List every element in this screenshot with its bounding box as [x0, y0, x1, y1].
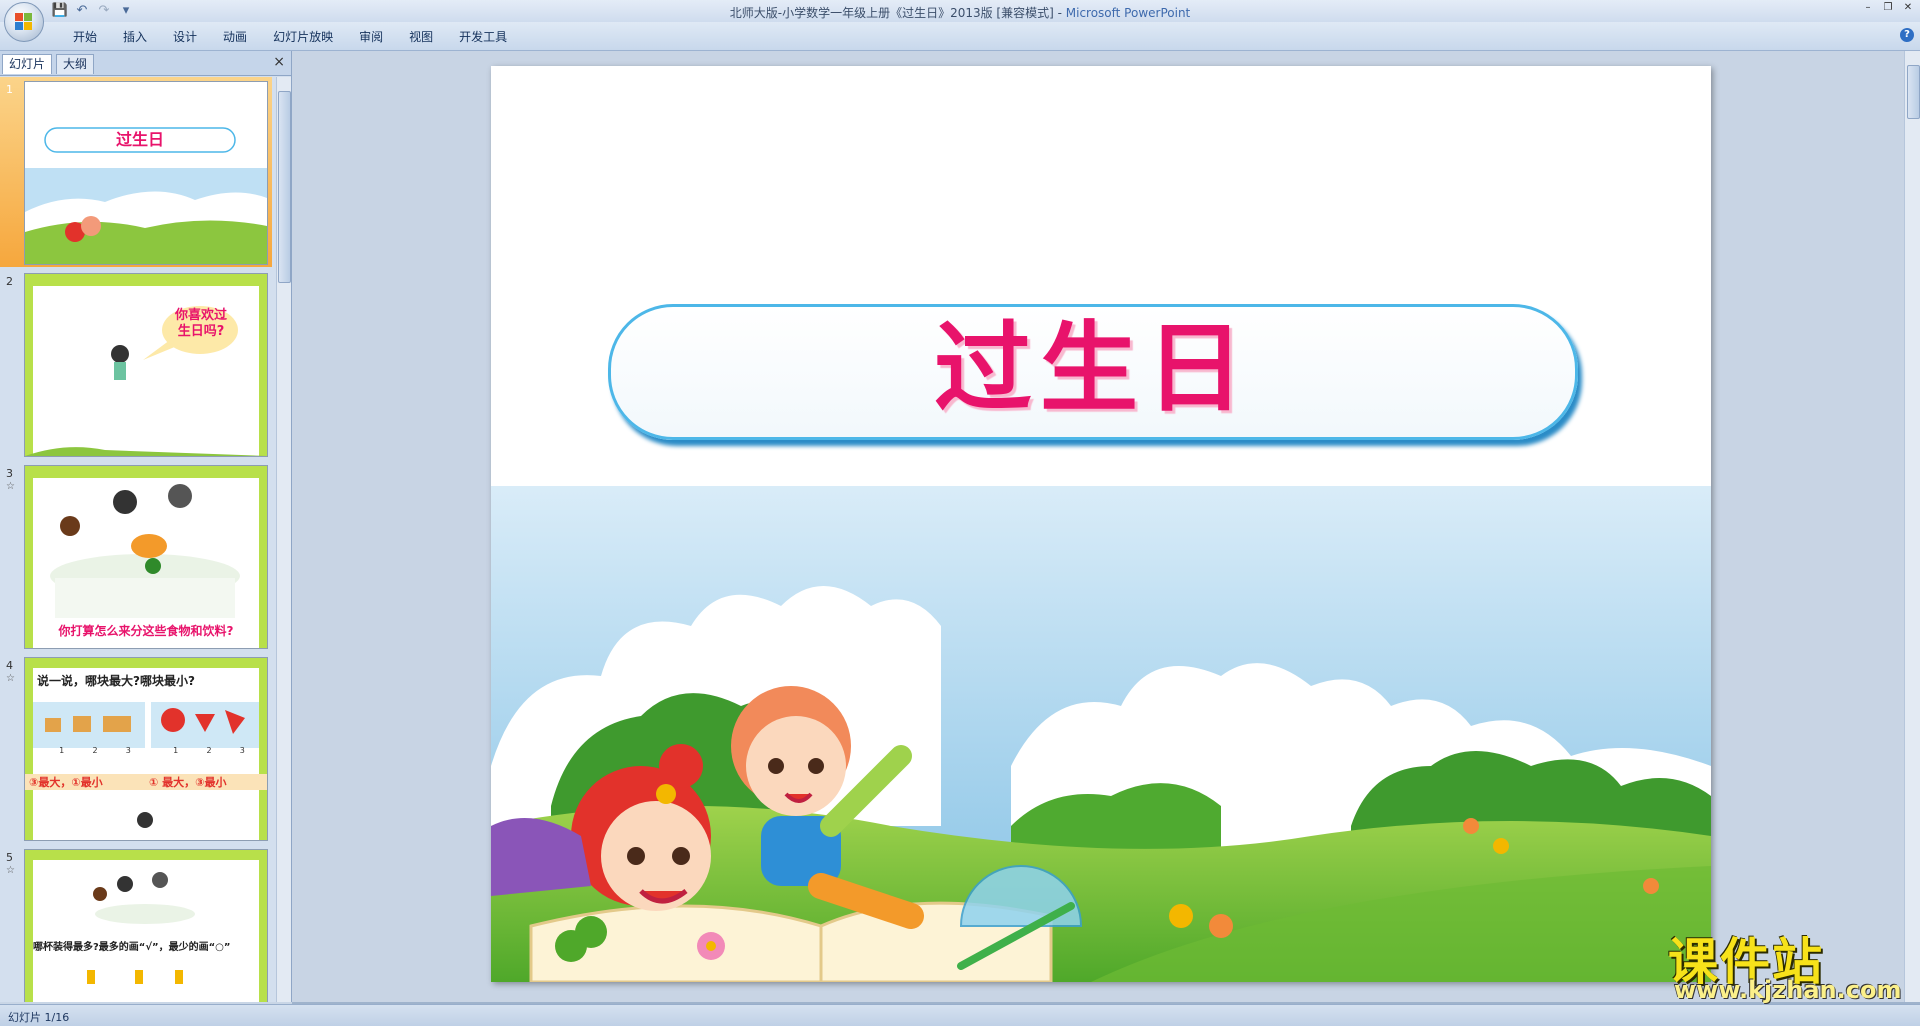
bubble-line-2: 生日吗? [177, 324, 225, 339]
label: 2 [206, 746, 212, 755]
tab-review[interactable]: 审阅 [346, 28, 396, 45]
label: 1 [173, 746, 179, 755]
minimize-button[interactable]: – [1860, 2, 1876, 14]
label: 1 [59, 746, 65, 755]
tab-outline[interactable]: 大纲 [56, 54, 95, 74]
label: 3 [239, 746, 245, 755]
animation-star-icon: ☆ [6, 673, 15, 684]
restore-button[interactable]: ❐ [1880, 2, 1896, 14]
help-icon[interactable]: ? [1900, 28, 1914, 42]
slide-thumbnails: 1 过生日 2 你喜欢过 生日吗? 3 ☆ 你打算怎么来分这些食物和饮料? 4 … [0, 77, 272, 1002]
tab-home[interactable]: 开始 [60, 28, 110, 45]
slide-number: 5 [6, 851, 13, 864]
close-button[interactable]: ✕ [1900, 2, 1916, 14]
slide-3-caption: 你打算怎么来分这些食物和饮料? [58, 624, 234, 638]
window-title: 北师大版-小学数学一年级上册《过生日》2013版 [兼容模式] - Micros… [0, 4, 1920, 21]
panel-scrollbar[interactable] [276, 77, 291, 1002]
slides-panel: 幻灯片 大纲 × 1 过生日 2 你喜欢过 生日吗? 3 ☆ 你打算怎么来分这些… [0, 51, 292, 1002]
animation-star-icon: ☆ [6, 865, 15, 876]
panel-scrollbar-thumb[interactable] [278, 91, 291, 283]
slide-counter: 幻灯片 1/16 [8, 1011, 70, 1024]
slide-preview: 说一说，哪块最大?哪块最小? 1 2 3 1 2 3 ③最大，①最小 ① 最大，… [24, 657, 268, 841]
slide-number: 4 [6, 659, 13, 672]
slide-preview: 哪杯装得最多?最多的画“√”，最少的画“○” [24, 849, 268, 1002]
tab-developer[interactable]: 开发工具 [446, 28, 520, 45]
left-labels: 1 2 3 [45, 746, 145, 755]
slide-preview: 过生日 [24, 81, 268, 265]
slide-1-title: 过生日 [115, 130, 164, 149]
tab-slides[interactable]: 幻灯片 [2, 54, 53, 74]
slide-5-caption: 哪杯装得最多?最多的画“√”，最少的画“○” [33, 942, 231, 953]
office-button[interactable] [4, 2, 44, 42]
right-labels: 1 2 3 [159, 746, 259, 755]
slide-scrollbar[interactable] [1904, 51, 1920, 1002]
menu: 开始 插入 设计 动画 幻灯片放映 审阅 视图 开发工具 [60, 28, 520, 45]
slide-thumbnail-1[interactable]: 1 过生日 [0, 77, 272, 267]
current-slide[interactable]: 过生日 [491, 66, 1711, 982]
tab-view[interactable]: 视图 [396, 28, 446, 45]
slide-number: 1 [6, 83, 13, 96]
office-logo-icon [15, 13, 33, 31]
answer-left: ③最大，①最小 [29, 776, 103, 789]
animation-star-icon: ☆ [6, 481, 15, 492]
slide-2-art [25, 274, 267, 456]
slide-preview: 你喜欢过 生日吗? [24, 273, 268, 457]
slide-number: 3 [6, 467, 13, 480]
speech-bubble: 你喜欢过 生日吗? [165, 308, 237, 340]
label: 2 [92, 746, 98, 755]
slide-thumbnail-5[interactable]: 5 ☆ 哪杯装得最多?最多的画“√”，最少的画“○” [0, 845, 272, 1002]
slide-background-art [491, 486, 1711, 982]
tab-animation[interactable]: 动画 [210, 28, 260, 45]
document-title: 北师大版-小学数学一年级上册《过生日》2013版 [兼容模式] - [729, 6, 1066, 20]
watermark-url: www.kjzhan.com [1674, 976, 1902, 1004]
ribbon-tabs: 开始 插入 设计 动画 幻灯片放映 审阅 视图 开发工具 ? [0, 22, 1920, 51]
slide-thumbnail-4[interactable]: 4 ☆ 说一说，哪块最大?哪块最小? 1 2 3 1 2 3 ③最大，①最小 ①… [0, 653, 272, 843]
answer-right: ① 最大，③最小 [149, 776, 227, 789]
slide-title[interactable]: 过生日 [608, 304, 1578, 434]
panel-close-icon[interactable]: × [273, 54, 285, 70]
panel-tabs: 幻灯片 大纲 × [0, 51, 291, 76]
slide-scrollbar-thumb[interactable] [1907, 65, 1920, 119]
label: 3 [125, 746, 131, 755]
slide-preview: 你打算怎么来分这些食物和饮料? [24, 465, 268, 649]
title-bar: 💾 ↶ ↷ ▾ 北师大版-小学数学一年级上册《过生日》2013版 [兼容模式] … [0, 0, 1920, 22]
slide-thumbnail-3[interactable]: 3 ☆ 你打算怎么来分这些食物和饮料? [0, 461, 272, 651]
bubble-line-1: 你喜欢过 [174, 308, 227, 323]
tab-slideshow[interactable]: 幻灯片放映 [260, 28, 346, 45]
slide-number: 2 [6, 275, 13, 288]
tab-design[interactable]: 设计 [160, 28, 210, 45]
slide-5-art [25, 850, 267, 1002]
slide-thumbnail-2[interactable]: 2 你喜欢过 生日吗? [0, 269, 272, 459]
slide-3-art [25, 466, 267, 648]
status-bar: 幻灯片 1/16 [0, 1004, 1920, 1026]
tab-insert[interactable]: 插入 [110, 28, 160, 45]
watermark-logo: 课件站 www.kjzhan.com [1668, 922, 1908, 1004]
slide-4-question: 说一说，哪块最大?哪块最小? [37, 674, 195, 688]
app-name: Microsoft PowerPoint [1065, 6, 1191, 20]
window-controls: – ❐ ✕ [1860, 2, 1916, 14]
slide-1-art [25, 127, 267, 264]
